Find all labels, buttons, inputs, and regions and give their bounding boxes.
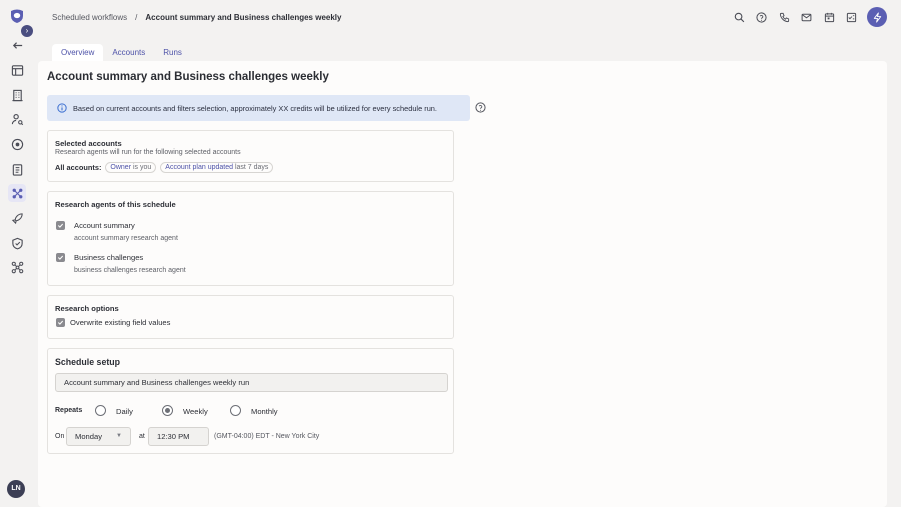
agent-description: business challenges research agent [74,267,186,274]
all-accounts-label: All accounts: [55,163,102,172]
sidebar: › LN [0,0,34,507]
user-search-icon[interactable] [8,110,26,128]
network-icon[interactable] [8,258,26,276]
schedule-name-input[interactable]: Account summary and Business challenges … [55,373,448,392]
agent-name: Account summary [74,221,135,230]
schedule-setup-card: Schedule setup Account summary and Busin… [47,348,454,454]
page-title: Account summary and Business challenges … [47,71,329,83]
schedule-setup-title: Schedule setup [55,357,121,367]
tab-bar: Overview Accounts Runs [52,44,191,61]
calendar-icon[interactable] [818,7,841,27]
account-filters: All accounts: Owner is you Account plan … [55,162,274,173]
app-logo-icon[interactable] [9,8,25,24]
plan-updated-filter-chip[interactable]: Account plan updated last 7 days [160,162,274,173]
chevron-down-icon: ▼ [116,433,122,439]
credits-info-text: Based on current accounts and filters se… [73,103,437,113]
tab-accounts[interactable]: Accounts [103,44,154,61]
research-agents-card: Research agents of this schedule Account… [47,191,454,286]
owner-chip-key: Owner [110,164,132,171]
search-icon[interactable] [728,7,751,27]
on-label: On [55,433,65,440]
building-icon[interactable] [8,86,26,104]
header-toolbar [728,7,887,27]
selected-accounts-title: Selected accounts [55,139,122,148]
breadcrumb-parent-link[interactable]: Scheduled workflows [52,13,127,22]
mail-icon[interactable] [796,7,819,27]
agent-business-challenges-checkbox[interactable] [56,253,65,262]
shield-icon[interactable] [8,234,26,252]
repeat-monthly-label[interactable]: Monthly [251,407,278,416]
user-avatar[interactable]: LN [7,480,25,498]
workflow-icon[interactable] [8,184,26,202]
owner-filter-chip[interactable]: Owner is you [105,162,157,173]
repeat-weekly-radio[interactable] [162,405,173,416]
breadcrumb: Scheduled workflows / Account summary an… [52,13,341,22]
timezone-label: (GMT-04:00) EDT - New York City [214,433,320,440]
rocket-icon[interactable] [8,209,26,227]
tab-runs[interactable]: Runs [154,44,191,61]
credits-help-icon[interactable] [475,102,486,113]
day-select-value: Monday [75,432,103,441]
agent-account-summary-checkbox[interactable] [56,221,65,230]
at-label: at [139,433,145,440]
back-arrow-icon[interactable] [8,36,26,54]
research-options-card: Research options Overwrite existing fiel… [47,295,454,339]
overwrite-fields-checkbox[interactable] [56,318,65,327]
layout-icon[interactable] [8,61,26,79]
owner-chip-value: is you [132,164,152,171]
breadcrumb-current: Account summary and Business challenges … [145,13,342,22]
agent-description: account summary research agent [74,235,178,242]
tab-overview[interactable]: Overview [52,44,104,61]
selected-accounts-card: Selected accounts Research agents will r… [47,130,454,182]
research-options-title: Research options [55,304,119,313]
agent-name: Business challenges [74,253,144,262]
checklist-icon[interactable] [841,7,864,27]
info-icon [57,103,67,113]
credits-info-banner: Based on current accounts and filters se… [47,95,470,121]
bolt-icon[interactable] [867,7,887,27]
repeats-label: Repeats [55,407,83,414]
clipboard-icon[interactable] [8,160,26,178]
repeat-weekly-label[interactable]: Weekly [183,407,208,416]
research-agents-title: Research agents of this schedule [55,200,176,209]
plan-chip-value: last 7 days [234,164,269,171]
time-input[interactable]: 12:30 PM [148,427,209,446]
repeat-monthly-radio[interactable] [230,405,241,416]
checkmark-icon [57,320,64,325]
overwrite-fields-label: Overwrite existing field values [70,318,171,327]
repeat-daily-radio[interactable] [95,405,106,416]
checkmark-icon [57,223,64,228]
repeat-daily-label[interactable]: Daily [116,407,133,416]
main-panel: Account summary and Business challenges … [38,61,887,507]
selected-accounts-subtitle: Research agents will run for the followi… [55,149,241,156]
help-icon[interactable] [751,7,774,27]
plan-chip-key: Account plan updated [165,164,234,171]
day-select[interactable]: Monday ▼ [66,427,131,446]
breadcrumb-separator: / [135,13,138,22]
phone-icon[interactable] [773,7,796,27]
checkmark-icon [57,255,64,260]
eye-icon[interactable] [8,135,26,153]
